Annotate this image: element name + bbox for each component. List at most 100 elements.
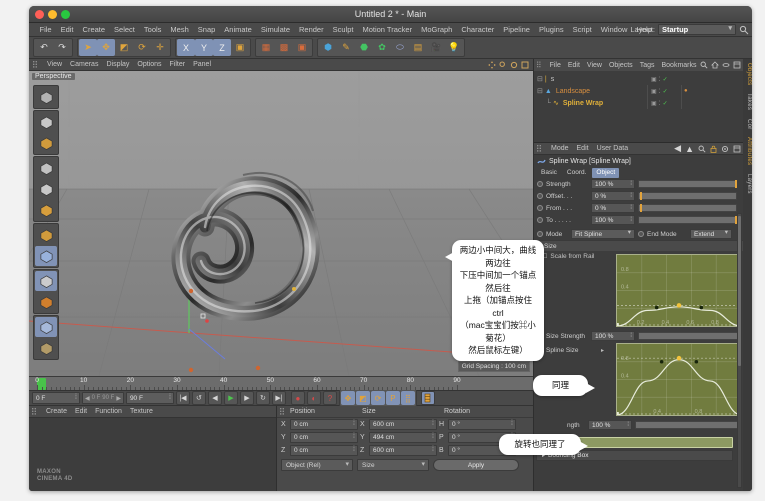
object-tags[interactable]: ▣⁚✓	[651, 76, 668, 83]
range-next-icon[interactable]: ▶	[116, 395, 121, 402]
render-region-icon[interactable]: ▩	[275, 39, 293, 56]
world-coord-icon[interactable]: ▣	[231, 39, 249, 56]
size-spline-graph[interactable]: 0.80.40.20.40.60.8	[616, 254, 742, 327]
position-y-field[interactable]: 0 cm	[290, 432, 358, 443]
menu-item-tools[interactable]: Tools	[139, 25, 166, 34]
menu-item-plugins[interactable]: Plugins	[534, 25, 568, 34]
back-arrow-icon[interactable]: ◀	[674, 143, 681, 154]
menu-item-character[interactable]: Character	[457, 25, 499, 34]
undo-icon[interactable]: ↶	[35, 39, 53, 56]
attr-menu-user-data[interactable]: User Data	[593, 145, 633, 152]
edge-mode-icon[interactable]	[35, 179, 57, 199]
axis-mode-icon[interactable]	[35, 225, 57, 245]
autokey-icon[interactable]: ◐	[307, 391, 321, 405]
search-icon[interactable]	[700, 61, 708, 69]
end-frame-field[interactable]: 90 F	[126, 392, 174, 404]
visibility-dots-icon[interactable]: ⁚	[659, 76, 661, 83]
size-x-field[interactable]: 600 cm	[369, 419, 437, 430]
key-position-icon[interactable]: ✥	[341, 391, 355, 405]
chevron-right-icon[interactable]: ▸	[601, 347, 604, 354]
menu-item-mograph[interactable]: MoGraph	[417, 25, 457, 34]
play-forward-icon[interactable]: ▶	[224, 391, 238, 405]
generator-icon[interactable]: ⬣	[355, 39, 373, 56]
menu-item-sculpt[interactable]: Sculpt	[328, 25, 358, 34]
right-tab-objects[interactable]: Objects	[743, 59, 752, 89]
viewport-menu-cameras[interactable]: Cameras	[66, 61, 102, 68]
property-value[interactable]: 0 %	[591, 203, 635, 213]
object-menu-bookmarks[interactable]: Bookmarks	[658, 62, 700, 69]
coordinate-size-select[interactable]: Size	[357, 459, 429, 471]
cube-primitive-icon[interactable]: ⬢	[319, 39, 337, 56]
panel-options-icon[interactable]	[733, 145, 741, 153]
up-arrow-icon[interactable]: ▲	[685, 144, 694, 154]
property-value[interactable]: 100 %	[591, 179, 635, 189]
attr-menu-edit[interactable]: Edit	[573, 145, 593, 152]
panel-options-icon[interactable]	[733, 61, 741, 69]
spline-size-graph-canvas[interactable]: 0.80.40.40.8	[617, 344, 741, 415]
viewport-menu-filter[interactable]: Filter	[166, 61, 190, 68]
landscape-tag-icon[interactable]: ●	[684, 88, 688, 94]
material-menu-texture[interactable]: Texture	[126, 408, 157, 415]
rotation-strength-slider[interactable]	[635, 421, 739, 429]
object-menu-objects[interactable]: Objects	[605, 62, 636, 69]
viewport-menu-display[interactable]: Display	[102, 61, 133, 68]
attribute-icons[interactable]: ◀ ▲	[674, 143, 743, 154]
loop-mode-icon[interactable]: ↻	[256, 391, 270, 405]
search-icon[interactable]	[739, 25, 749, 35]
redo-icon[interactable]: ↷	[53, 39, 71, 56]
attribute-scrollbar[interactable]	[737, 213, 742, 488]
layout-select[interactable]: Startup	[658, 24, 736, 35]
z-axis-icon[interactable]: Z	[213, 39, 231, 56]
spline-pen-icon[interactable]: ✎	[337, 39, 355, 56]
loop-icon[interactable]: ↺	[192, 391, 206, 405]
right-tab-layers[interactable]: Layers	[743, 170, 752, 198]
object-tags[interactable]: ▣⁚✓	[651, 88, 668, 95]
visibility-dots-icon[interactable]: ⁚	[659, 88, 661, 95]
zoom-view-icon[interactable]	[499, 61, 507, 69]
slider-knob[interactable]	[640, 204, 642, 212]
menu-item-script[interactable]: Script	[568, 25, 596, 34]
mode-select[interactable]: Fit Spline	[571, 229, 635, 239]
object-mode-icon[interactable]	[35, 112, 57, 132]
viewport-menu-options[interactable]: Options	[133, 61, 165, 68]
object-menu-tags[interactable]: Tags	[636, 62, 658, 69]
viewport-nav-icons[interactable]	[488, 61, 533, 69]
property-slider[interactable]	[638, 216, 737, 224]
model-mode-icon[interactable]	[35, 87, 57, 107]
frame-range-group[interactable]: ◀ 0 F 90 F ▶	[82, 392, 124, 404]
point-mode-icon[interactable]	[35, 158, 57, 178]
move-view-icon[interactable]	[488, 61, 496, 69]
size-group-header[interactable]: ▾ Size	[534, 240, 743, 251]
magnet-tool-icon[interactable]	[35, 292, 57, 312]
size-y-field[interactable]: 494 cm	[369, 432, 437, 443]
rotation-h-field[interactable]: 0 °	[448, 419, 516, 430]
attr-tab-basic[interactable]: Basic	[537, 168, 561, 178]
viewport-menu-panel[interactable]: Panel	[189, 61, 215, 68]
visibility-toggle-icon[interactable]: ▣	[651, 88, 657, 95]
link-icon[interactable]	[722, 61, 730, 69]
move-tool-icon[interactable]: ✥	[97, 39, 115, 56]
step-forward-icon[interactable]: ▶	[240, 391, 254, 405]
render-settings-icon[interactable]: ▣	[293, 39, 311, 56]
key-menu-icon[interactable]	[421, 391, 435, 405]
environment-icon[interactable]: ⬭	[391, 39, 409, 56]
y-axis-icon[interactable]: Y	[195, 39, 213, 56]
menu-item-create[interactable]: Create	[78, 25, 110, 34]
range-prev-icon[interactable]: ◀	[85, 395, 90, 402]
visibility-toggle-icon[interactable]: ▣	[651, 100, 657, 107]
property-value[interactable]: 100 %	[591, 215, 635, 225]
key-pla-icon[interactable]: P	[386, 391, 400, 405]
visibility-toggle-icon[interactable]: ▣	[651, 76, 657, 83]
go-to-end-icon[interactable]: ▶|	[272, 391, 286, 405]
go-to-start-icon[interactable]: |◀	[176, 391, 190, 405]
object-menu-file[interactable]: File	[546, 62, 564, 69]
size-strength-slider[interactable]	[638, 332, 739, 340]
close-button[interactable]	[35, 10, 44, 19]
lock-icon[interactable]	[710, 145, 717, 153]
menu-item-window[interactable]: Window	[596, 25, 632, 34]
object-menu-view[interactable]: View	[583, 62, 605, 69]
rotate-tool-icon[interactable]: ⟳	[133, 39, 151, 56]
end-mode-select[interactable]: Extend	[690, 229, 732, 239]
property-slider[interactable]	[638, 204, 737, 212]
light-icon[interactable]: 💡	[445, 39, 463, 56]
